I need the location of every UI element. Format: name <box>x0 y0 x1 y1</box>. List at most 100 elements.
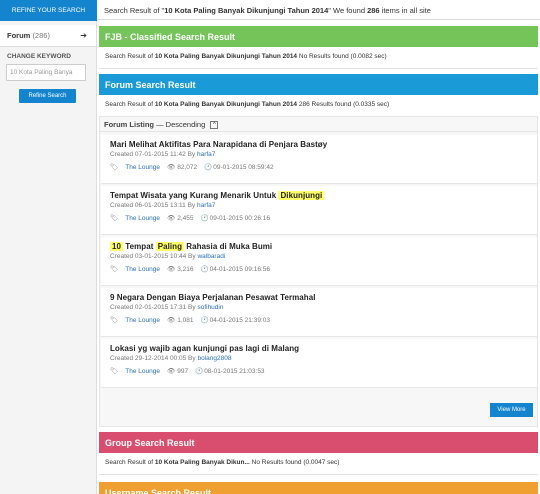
forum-result-line: Search Result of 10 Kota Paling Banyak D… <box>99 95 538 117</box>
last-post-time: 08-01-2015 21:03:53 <box>204 368 265 375</box>
author-link[interactable]: bolang2808 <box>197 355 231 362</box>
title-part: Rahasia di Muka Bumi <box>184 242 273 251</box>
username-title: Username Search Result <box>99 482 538 494</box>
thread-title[interactable]: 9 Negara Dengan Biaya Perjalanan Pesawat… <box>110 293 537 302</box>
views-count: 1,081 <box>177 317 194 324</box>
thread-stats: 🏷 The Lounge 👁 1,081 🕐04-01-2015 21:39:03 <box>110 316 537 324</box>
author-link[interactable]: harfa7 <box>197 151 215 158</box>
tag-icon: 🏷 <box>110 317 119 324</box>
clock-icon: 🕐 <box>195 368 204 375</box>
username-section: Username Search Result <box>99 482 538 494</box>
clock-icon: 🕐 <box>204 164 213 171</box>
fjb-query: 10 Kota Paling Banyak Dikunjungi Tahun 2… <box>154 53 298 60</box>
last-post-time: 09-01-2015 00:26:16 <box>209 215 270 222</box>
created-text: Created 06-01-2015 13:11 By <box>110 202 197 209</box>
group-result-line: Search Result of 10 Kota Paling Banyak D… <box>99 453 538 475</box>
fjb-result-line: Search Result of 10 Kota Paling Banyak D… <box>99 47 538 69</box>
thread-item[interactable]: 10 Tempat Paling Rahasia di Muka Bumi Cre… <box>101 237 537 286</box>
category-link[interactable]: The Lounge <box>125 368 160 375</box>
group-query: 10 Kota Paling Banyak Dikun... <box>154 459 250 466</box>
keyword-highlight: 10 <box>110 242 123 251</box>
thread-title[interactable]: Lokasi yg wajib agan kunjungi pas lagi d… <box>110 344 537 353</box>
title-part: 9 Negara Dengan Biaya Perjalanan Pesawat… <box>110 293 316 302</box>
last-post-time: 04-01-2015 09:16:56 <box>209 266 270 273</box>
title-part: Lokasi yg wajib agan kunjungi pas lagi d… <box>110 344 300 353</box>
category-link[interactable]: The Lounge <box>125 317 160 324</box>
summary-suffix: items in all site <box>379 6 431 15</box>
thread-meta: Created 29-12-2014 00:05 By bolang2808 <box>110 355 537 362</box>
thread-item[interactable]: Tempat Wisata yang Kurang Menarik Untuk … <box>101 186 537 235</box>
arrow-right-icon[interactable]: ➔ <box>80 31 87 40</box>
author-link[interactable]: walbaradi <box>197 253 225 260</box>
tag-icon: 🏷 <box>110 266 119 273</box>
views-count: 3,216 <box>177 266 194 273</box>
summary-query: 10 Kota Paling Banyak Dikunjungi Tahun 2… <box>164 6 329 15</box>
forum-prefix: Search Result of <box>105 101 155 108</box>
eye-icon: 👁 <box>166 266 176 273</box>
group-prefix: Search Result of <box>105 459 155 466</box>
thread-meta: Created 07-01-2015 11:42 By harfa7 <box>110 151 537 158</box>
forum-title: Forum Search Result <box>99 74 538 95</box>
thread-item[interactable]: 9 Negara Dengan Biaya Perjalanan Pesawat… <box>101 288 537 337</box>
sidebar: REFINE YOUR SEARCH Forum (286) ➔ CHANGE … <box>0 0 97 494</box>
listing-label: Forum Listing <box>104 120 154 129</box>
title-part: Tempat Wisata yang Kurang Menarik Untuk <box>110 191 279 200</box>
eye-icon: 👁 <box>166 215 176 222</box>
category-link[interactable]: The Lounge <box>125 266 160 273</box>
created-text: Created 03-01-2015 10:44 By <box>110 253 198 260</box>
main-content: Search Result of "10 Kota Paling Banyak … <box>97 0 540 494</box>
forum-filter-label: Forum <box>7 31 31 40</box>
last-post-time: 09-01-2015 08:59:42 <box>213 164 274 171</box>
forum-listing-header: Forum Listing — Descending ^ <box>100 117 537 132</box>
fjb-prefix: Search Result of <box>105 53 155 60</box>
thread-stats: 🏷 The Lounge 👁 3,216 🕐04-01-2015 09:16:56 <box>110 265 537 273</box>
fjb-section: FJB - Classified Search Result Search Re… <box>99 26 538 69</box>
eye-icon: 👁 <box>166 368 176 375</box>
thread-stats: 🏷 The Lounge 👁 2,455 🕐09-01-2015 00:26:16 <box>110 214 537 222</box>
author-link[interactable]: sofihudin <box>197 304 223 311</box>
keyword-input[interactable] <box>6 64 86 81</box>
refine-your-search-header: REFINE YOUR SEARCH <box>0 0 97 21</box>
forum-section: Forum Search Result Search Result of 10 … <box>99 74 538 117</box>
eye-icon: 👁 <box>166 164 176 171</box>
refine-search-button[interactable]: Refine Search <box>19 89 76 103</box>
category-link[interactable]: The Lounge <box>125 215 160 222</box>
created-text: Created 29-12-2014 00:05 By <box>110 355 198 362</box>
forum-filter-count: (286) <box>32 31 50 40</box>
group-title: Group Search Result <box>99 432 538 453</box>
group-section: Group Search Result Search Result of 10 … <box>99 432 538 475</box>
created-text: Created 02-01-2015 17:31 By <box>110 304 198 311</box>
thread-stats: 🏷 The Lounge 👁 82,072 🕐09-01-2015 08:59:42 <box>110 163 537 171</box>
clock-icon: 🕐 <box>200 317 209 324</box>
summary-total: 286 <box>367 6 380 15</box>
category-link[interactable]: The Lounge <box>125 164 160 171</box>
group-status: No Results found (0.0047 sec) <box>249 459 340 466</box>
thread-title[interactable]: Tempat Wisata yang Kurang Menarik Untuk … <box>110 191 537 200</box>
fjb-status: No Results found (0.0082 sec) <box>297 53 387 60</box>
forum-listing: Forum Listing — Descending ^ Mari Meliha… <box>99 116 538 427</box>
sidebar-item-forum[interactable]: Forum (286) ➔ <box>0 25 96 47</box>
clock-icon: 🕐 <box>200 215 209 222</box>
sort-toggle-icon[interactable]: ^ <box>210 121 219 130</box>
change-keyword-label: CHANGE KEYWORD <box>7 53 71 60</box>
thread-title[interactable]: Mari Melihat Aktifitas Para Narapidana d… <box>110 140 537 149</box>
thread-stats: 🏷 The Lounge 👁 997 🕐08-01-2015 21:03:53 <box>110 367 537 375</box>
keyword-highlight: Dikunjungi <box>278 191 325 200</box>
last-post-time: 04-01-2015 21:39:03 <box>209 317 270 324</box>
search-summary: Search Result of "10 Kota Paling Banyak … <box>97 0 540 20</box>
tag-icon: 🏷 <box>110 368 119 375</box>
tag-icon: 🏷 <box>110 164 119 171</box>
author-link[interactable]: harfa7 <box>197 202 215 209</box>
views-count: 82,072 <box>177 164 198 171</box>
created-text: Created 07-01-2015 11:42 By <box>110 151 197 158</box>
thread-item[interactable]: Mari Melihat Aktifitas Para Narapidana d… <box>101 135 537 184</box>
thread-meta: Created 03-01-2015 10:44 By walbaradi <box>110 253 537 260</box>
summary-prefix: Search Result of " <box>104 6 165 15</box>
view-more-button[interactable]: View More <box>490 403 533 417</box>
thread-meta: Created 02-01-2015 17:31 By sofihudin <box>110 304 537 311</box>
fjb-title: FJB - Classified Search Result <box>99 26 538 47</box>
forum-status: 286 Results found (0.0335 sec) <box>297 101 390 108</box>
views-count: 997 <box>177 368 189 375</box>
thread-item[interactable]: Lokasi yg wajib agan kunjungi pas lagi d… <box>101 339 537 388</box>
thread-title[interactable]: 10 Tempat Paling Rahasia di Muka Bumi <box>110 242 537 251</box>
